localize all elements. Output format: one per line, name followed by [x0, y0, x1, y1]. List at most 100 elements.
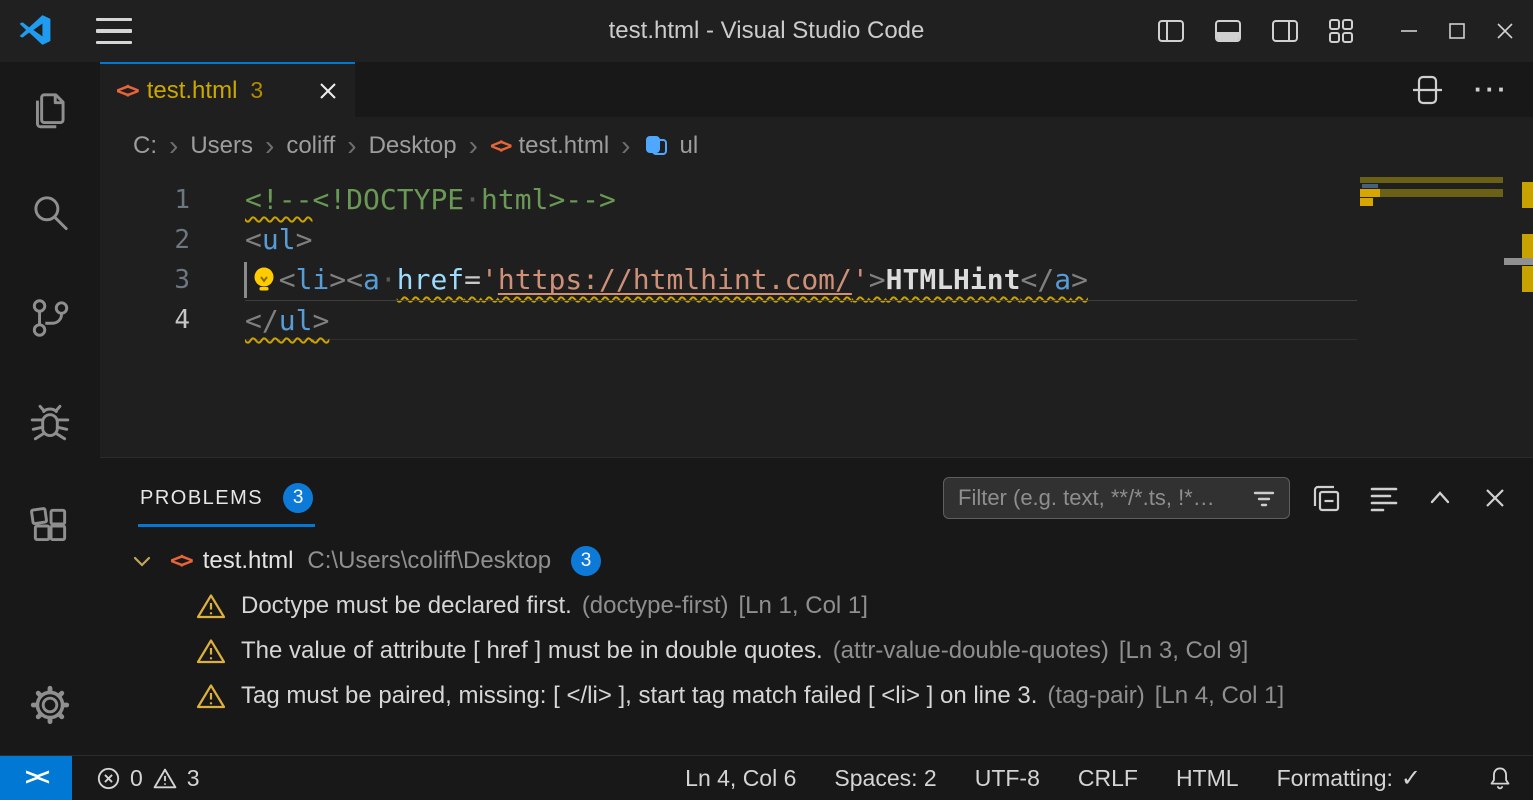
remote-indicator[interactable]: [0, 756, 72, 800]
minimap-mark: [1360, 189, 1380, 197]
minimap-mark: [1380, 189, 1503, 197]
chevron-right-icon: [621, 132, 630, 160]
breadcrumb-item-test-html[interactable]: test.html: [490, 132, 609, 160]
filter-icon: [1251, 485, 1277, 511]
overview-ruler[interactable]: [1503, 175, 1533, 457]
lightbulb-icon[interactable]: [250, 265, 278, 295]
maximize-panel-icon[interactable]: [1426, 484, 1454, 512]
title-bar: test.html - Visual Studio Code: [0, 0, 1533, 62]
status-encoding[interactable]: UTF-8: [975, 765, 1040, 792]
code-line-1[interactable]: <!--<!DOCTYPE·html>-->: [245, 180, 1357, 220]
run-and-debug-icon[interactable]: [26, 398, 74, 446]
overview-warning-mark: [1522, 266, 1533, 292]
formatting-label: Formatting:: [1277, 765, 1393, 792]
warning-icon: [152, 766, 178, 791]
problems-filter-input[interactable]: [956, 484, 1251, 512]
html-file-icon: [170, 547, 190, 574]
symbol-icon: [642, 133, 670, 159]
tab-problems[interactable]: PROBLEMS 3: [140, 458, 313, 538]
chevron-right-icon: [469, 132, 478, 160]
explorer-icon[interactable]: [26, 86, 74, 134]
html-file-icon: [490, 133, 509, 159]
minimap-mark: [1360, 198, 1373, 206]
problem-location: [Ln 3, Col 9]: [1119, 637, 1248, 665]
status-cursor-position[interactable]: Ln 4, Col 6: [685, 765, 796, 792]
code-line-4[interactable]: </ul>: [245, 300, 1357, 340]
toggle-panel-icon[interactable]: [1214, 19, 1242, 43]
tab-test-html[interactable]: test.html 3: [100, 62, 355, 117]
status-eol[interactable]: CRLF: [1078, 765, 1138, 792]
chevron-right-icon: [347, 132, 356, 160]
warning-icon: [196, 592, 241, 620]
problems-file-path: C:\Users\coliff\Desktop: [307, 547, 551, 575]
remote-icon: [25, 764, 47, 792]
code-line-2[interactable]: <ul>: [245, 220, 1357, 260]
chevron-right-icon: [169, 132, 178, 160]
problems-tree: test.html C:\Users\coliff\Desktop 3 Doct…: [100, 538, 1533, 718]
breadcrumb-item-ul[interactable]: ul: [642, 132, 698, 160]
code-line-3[interactable]: <li><a·href='https://htmlhint.com/'>HTML…: [245, 260, 1357, 300]
problems-panel: PROBLEMS 3: [100, 457, 1533, 755]
problem-location: [Ln 4, Col 1]: [1155, 682, 1284, 710]
code-lines: <!--<!DOCTYPE·html>--><ul> <li><a·href='…: [245, 180, 1357, 340]
vscode-logo-icon: [18, 14, 52, 48]
close-window-icon[interactable]: [1495, 21, 1515, 41]
problems-file-row[interactable]: test.html C:\Users\coliff\Desktop 3: [100, 538, 1533, 583]
tab-bar: test.html 3 ···: [100, 62, 1533, 117]
status-language[interactable]: HTML: [1176, 765, 1239, 792]
problems-count-badge: 3: [283, 483, 313, 513]
problem-code: (tag-pair): [1047, 682, 1144, 710]
status-indentation[interactable]: Spaces: 2: [834, 765, 936, 792]
search-icon[interactable]: [26, 190, 74, 238]
problems-filter: [943, 477, 1290, 519]
warning-icon: [196, 682, 241, 710]
activity-bar: [0, 62, 100, 755]
problem-row-1[interactable]: Doctype must be declared first. (doctype-…: [100, 583, 1533, 628]
menu-icon[interactable]: [96, 18, 132, 45]
warning-icon: [196, 637, 241, 665]
collapse-all-icon[interactable]: [1310, 482, 1342, 514]
settings-gear-icon[interactable]: [26, 681, 74, 729]
code-editor[interactable]: 1234 <!--<!DOCTYPE·html>--><ul> <li><a·h…: [100, 175, 1533, 457]
chevron-right-icon: [265, 132, 274, 160]
problems-tab-label: PROBLEMS: [140, 487, 263, 510]
customize-layout-icon[interactable]: [1328, 18, 1354, 44]
problem-row-3[interactable]: Tag must be paired, missing: [ </li> ], …: [100, 673, 1533, 718]
panel-header: PROBLEMS 3: [100, 458, 1533, 538]
notifications-bell-icon[interactable]: [1487, 765, 1513, 791]
vscode-window: test.html - Visual Studio Code: [0, 0, 1533, 800]
toggle-secondary-sidebar-icon[interactable]: [1271, 19, 1299, 43]
minimap-mark: [1360, 177, 1503, 183]
warning-count: 3: [187, 765, 200, 792]
status-formatting[interactable]: Formatting:: [1277, 764, 1421, 793]
more-actions-icon[interactable]: ···: [1474, 74, 1509, 105]
breadcrumb-item-c-[interactable]: C:: [133, 132, 157, 160]
overview-cursor-mark: [1504, 258, 1533, 265]
problem-location: [Ln 1, Col 1]: [739, 592, 868, 620]
minimize-icon[interactable]: [1399, 21, 1419, 41]
extensions-icon[interactable]: [26, 502, 74, 550]
breadcrumb-item-desktop[interactable]: Desktop: [369, 132, 457, 160]
view-as-list-icon[interactable]: [1369, 483, 1399, 513]
problem-code: (attr-value-double-quotes): [833, 637, 1109, 665]
close-panel-icon[interactable]: [1481, 484, 1509, 512]
error-icon: [96, 766, 121, 791]
chevron-down-icon[interactable]: [130, 549, 154, 573]
toggle-primary-sidebar-icon[interactable]: [1157, 19, 1185, 43]
problem-row-2[interactable]: The value of attribute [ href ] must be …: [100, 628, 1533, 673]
problem-message: Tag must be paired, missing: [ </li> ], …: [241, 682, 1037, 710]
breadcrumb-item-users[interactable]: Users: [190, 132, 253, 160]
breadcrumb-item-coliff[interactable]: coliff: [286, 132, 335, 160]
minimap[interactable]: [1360, 175, 1503, 457]
tab-problems-badge: 3: [250, 77, 263, 104]
tab-label: test.html: [147, 77, 238, 105]
status-problems[interactable]: 0 3: [96, 765, 200, 792]
problem-message: Doctype must be declared first.: [241, 592, 572, 620]
source-control-icon[interactable]: [26, 294, 74, 342]
maximize-icon[interactable]: [1447, 21, 1467, 41]
tab-close-icon[interactable]: [317, 80, 339, 102]
text-cursor: [244, 262, 247, 298]
problem-code: (doctype-first): [582, 592, 729, 620]
html-file-icon: [116, 77, 136, 104]
split-editor-icon[interactable]: [1410, 74, 1444, 106]
